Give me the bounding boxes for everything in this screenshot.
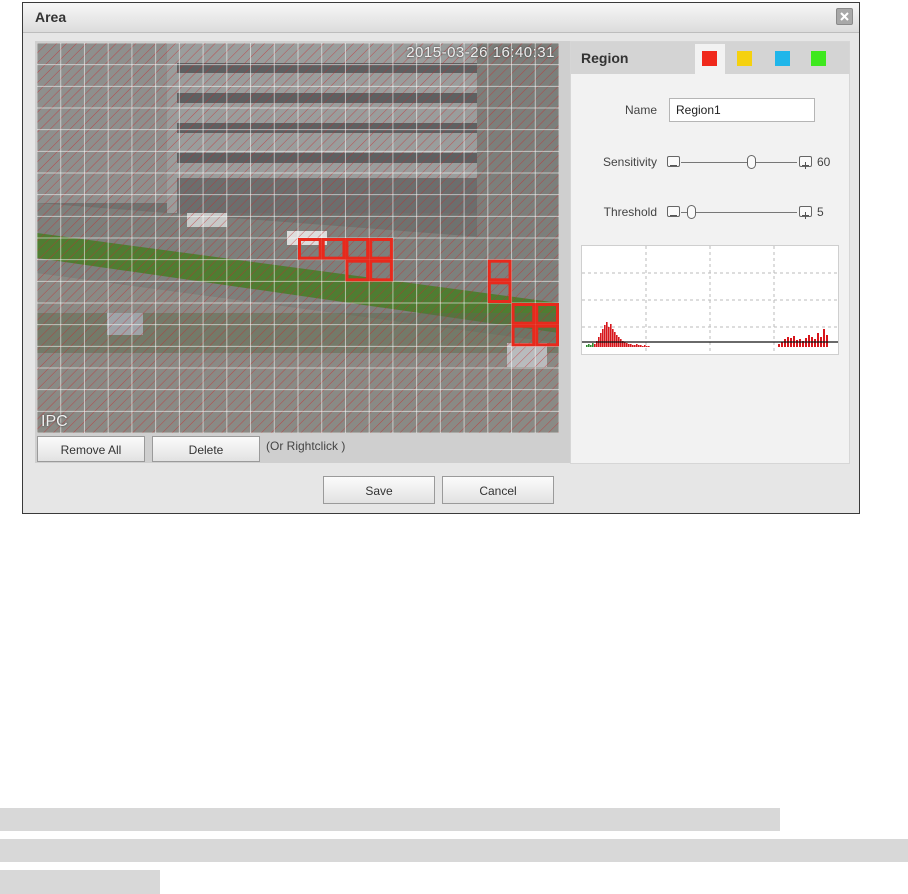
video-preview[interactable]: 2015-03-26 16:40:31 IPC bbox=[37, 43, 559, 433]
cancel-button[interactable]: Cancel bbox=[442, 476, 554, 504]
threshold-increase-button[interactable] bbox=[799, 206, 812, 219]
video-toolbar: Remove All Delete (Or Rightclick ) bbox=[35, 435, 573, 463]
minus-icon bbox=[670, 215, 677, 216]
graph-bar bbox=[638, 345, 640, 347]
video-timestamp: 2015-03-26 16:40:31 bbox=[406, 44, 555, 61]
graph-bar bbox=[644, 345, 646, 347]
sensitivity-decrease-button[interactable] bbox=[667, 156, 680, 167]
graph-bar bbox=[606, 322, 608, 347]
save-button[interactable]: Save bbox=[323, 476, 435, 504]
graph-bar bbox=[592, 343, 594, 347]
region-swatch-yellow[interactable] bbox=[737, 51, 752, 66]
dialog-title: Area bbox=[35, 9, 67, 25]
threshold-value: 5 bbox=[817, 205, 824, 219]
region-swatch-green[interactable] bbox=[811, 51, 826, 66]
video-osd-label: IPC bbox=[41, 413, 68, 430]
graph-bar bbox=[628, 344, 630, 347]
placeholder-bar bbox=[0, 870, 160, 894]
graph-bar bbox=[616, 335, 618, 347]
motion-level-plot bbox=[582, 246, 838, 354]
graph-bar bbox=[778, 344, 780, 347]
region-panel: Region Name Sensitivity 60 Threshold 5 bbox=[570, 41, 850, 464]
graph-bar bbox=[602, 329, 604, 347]
graph-bar bbox=[630, 344, 632, 347]
graph-bar bbox=[646, 346, 648, 347]
motion-level-graph bbox=[581, 245, 839, 355]
plus-icon bbox=[802, 162, 809, 169]
graph-bar bbox=[796, 340, 798, 347]
graph-bar bbox=[642, 346, 644, 347]
dialog-footer: Save Cancel bbox=[23, 475, 859, 505]
dialog-titlebar: Area bbox=[23, 3, 859, 33]
graph-bar bbox=[817, 333, 819, 347]
graph-bar bbox=[640, 345, 642, 347]
graph-bar bbox=[624, 342, 626, 347]
graph-bar bbox=[626, 343, 628, 347]
threshold-decrease-button[interactable] bbox=[667, 206, 680, 217]
graph-bar bbox=[814, 339, 816, 347]
graph-bar bbox=[614, 332, 616, 347]
graph-bar bbox=[604, 325, 606, 347]
graph-bar bbox=[610, 324, 612, 347]
region-header: Region bbox=[571, 42, 849, 74]
remove-all-button[interactable]: Remove All bbox=[37, 436, 145, 462]
region-title: Region bbox=[581, 50, 629, 66]
sensitivity-label: Sensitivity bbox=[602, 155, 657, 169]
sensitivity-increase-button[interactable] bbox=[799, 156, 812, 169]
graph-bar bbox=[600, 333, 602, 347]
threshold-slider-track[interactable] bbox=[681, 212, 797, 213]
threshold-slider-knob[interactable] bbox=[686, 205, 696, 219]
graph-bar bbox=[588, 344, 590, 347]
close-button[interactable] bbox=[836, 8, 853, 25]
region-swatch-blue[interactable] bbox=[775, 51, 790, 66]
graph-bar bbox=[612, 329, 614, 347]
minus-icon bbox=[670, 165, 677, 166]
graph-bar bbox=[634, 345, 636, 347]
graph-bar bbox=[636, 344, 638, 347]
graph-bar bbox=[648, 346, 650, 347]
graph-bar bbox=[594, 344, 596, 347]
graph-bar bbox=[823, 329, 825, 347]
threshold-label: Threshold bbox=[603, 205, 657, 219]
graph-bar bbox=[586, 345, 588, 347]
area-dialog: Area 2015-03-26 16:40:31 IPC Remove All … bbox=[22, 2, 860, 514]
region-name-input[interactable] bbox=[669, 98, 815, 122]
plus-icon bbox=[802, 212, 809, 219]
graph-bar bbox=[632, 345, 634, 347]
sensitivity-slider-knob[interactable] bbox=[746, 155, 756, 169]
sensitivity-slider-track[interactable] bbox=[681, 162, 797, 163]
graph-bar bbox=[781, 342, 783, 347]
placeholder-bar bbox=[0, 839, 908, 862]
name-label: Name bbox=[624, 103, 657, 117]
placeholder-bar bbox=[0, 808, 780, 831]
graph-bar bbox=[620, 339, 622, 347]
graph-bar bbox=[799, 339, 801, 347]
graph-bar bbox=[608, 327, 610, 347]
graph-bar bbox=[784, 339, 786, 347]
graph-bar bbox=[826, 335, 828, 347]
region-swatch-red[interactable] bbox=[702, 51, 717, 66]
delete-button[interactable]: Delete bbox=[152, 436, 260, 462]
camera-scene bbox=[37, 43, 559, 433]
close-icon bbox=[840, 12, 849, 21]
graph-bar bbox=[590, 345, 592, 347]
video-panel: 2015-03-26 16:40:31 IPC Remove All Delet… bbox=[35, 41, 573, 463]
rightclick-hint: (Or Rightclick ) bbox=[266, 439, 346, 453]
sensitivity-value: 60 bbox=[817, 155, 831, 169]
graph-bar bbox=[808, 335, 810, 347]
